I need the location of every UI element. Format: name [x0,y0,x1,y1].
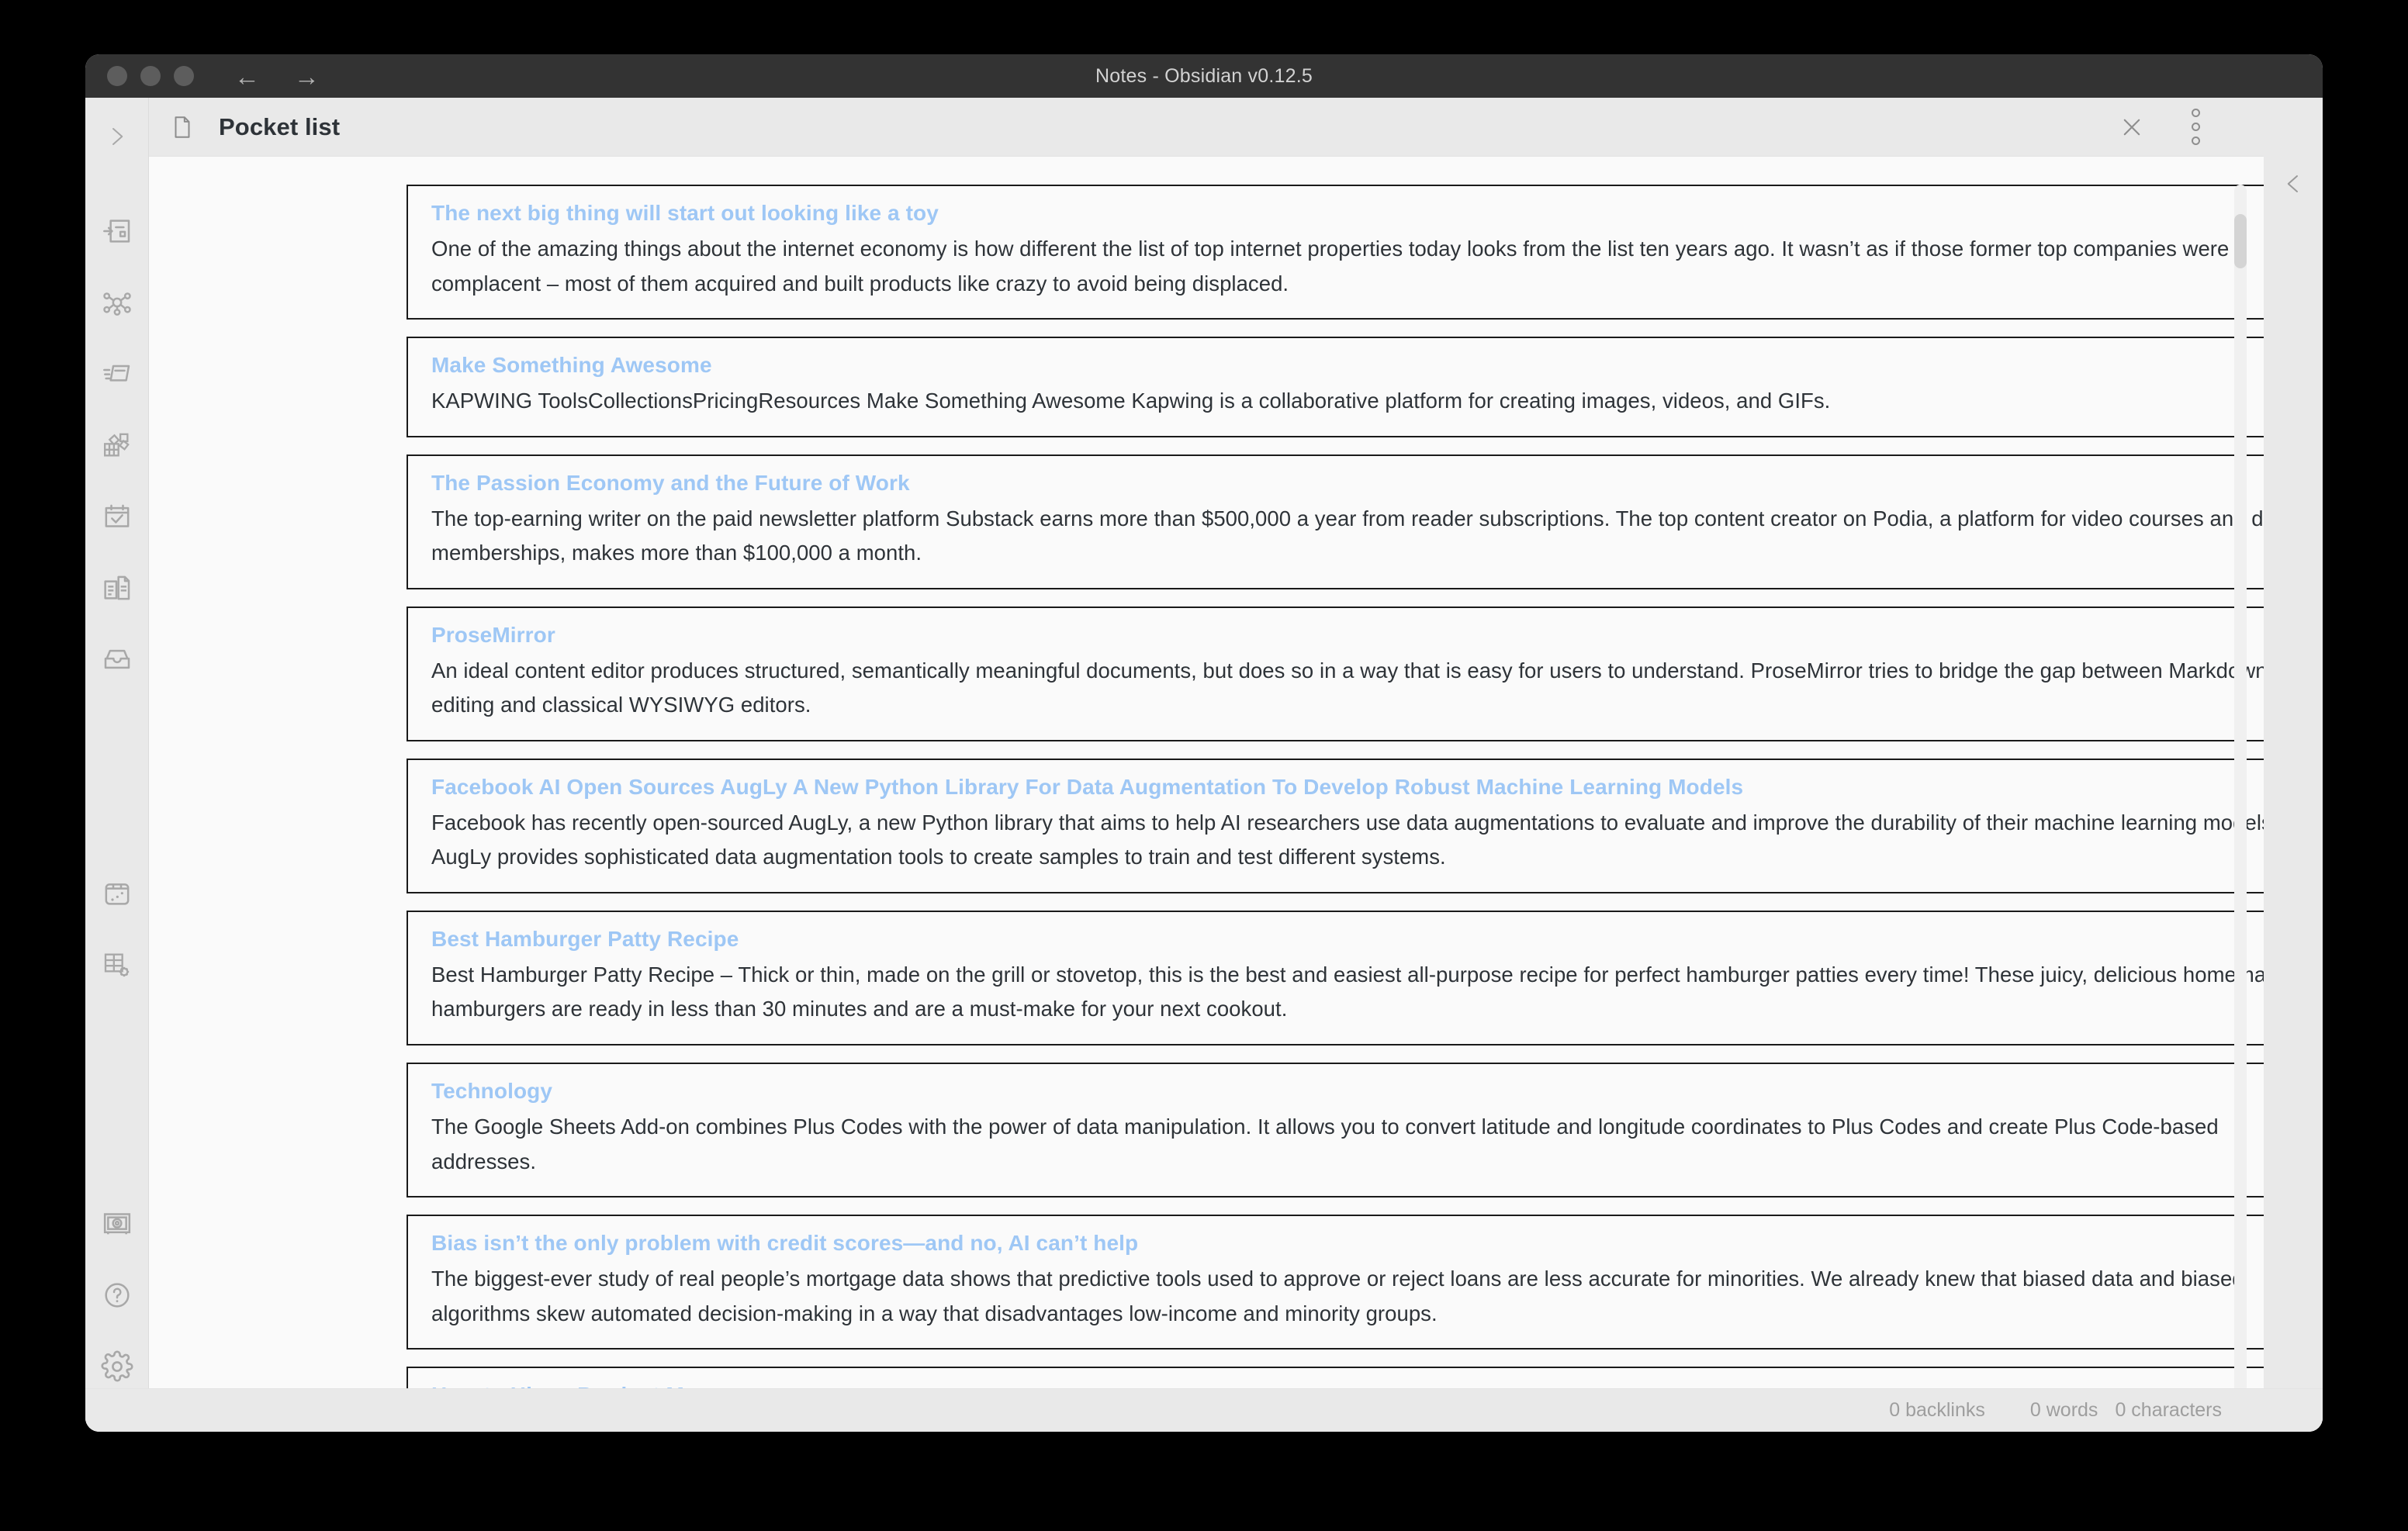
navigation-arrows: ← → [234,64,320,89]
note-card-body: The Google Sheets Add-on combines Plus C… [431,1115,2219,1173]
window-titlebar: ← → Notes - Obsidian v0.12.5 [85,54,2323,98]
note-card-body: Facebook has recently open-sourced AugLy… [431,810,2264,869]
note-card-title[interactable]: The next big thing will start out lookin… [431,197,2264,230]
obsidian-window: ← → Notes - Obsidian v0.12.5 Pocket list… [85,54,2323,1432]
left-ribbon [85,98,149,1432]
collapse-right-sidebar-icon[interactable] [2282,172,2305,1432]
note-card-title[interactable]: The Passion Economy and the Future of Wo… [431,467,2264,499]
right-rail [2264,98,2323,1432]
note-card-body: The biggest-ever study of real people’s … [431,1267,2244,1325]
note-card-title[interactable]: Facebook AI Open Sources AugLy A New Pyt… [431,771,2264,804]
dot [2191,123,2200,131]
note-card-body: An ideal content editor produces structu… [431,658,2264,717]
note-card-title[interactable]: Best Hamburger Patty Recipe [431,923,2264,956]
more-options-icon[interactable] [2180,109,2211,145]
note-card-title[interactable]: Bias isn’t the only problem with credit … [431,1227,2264,1260]
document-icon [169,114,195,140]
traffic-lights [107,66,194,86]
random-note-icon[interactable] [95,872,139,915]
vault-icon[interactable] [95,1202,139,1246]
note-card[interactable]: Technology The Google Sheets Add-on comb… [407,1063,2264,1198]
expand-sidebar-icon[interactable] [95,115,139,158]
settings-icon[interactable] [95,1345,139,1388]
note-card-body: Best Hamburger Patty Recipe – Thick or t… [431,962,2264,1021]
page-title: Pocket list [219,112,341,140]
note-card[interactable]: Bias isn’t the only problem with credit … [407,1215,2264,1350]
status-characters: 0 characters [2115,1399,2222,1421]
archive-icon[interactable] [95,638,139,681]
note-card-body: The top-earning writer on the paid newsl… [431,506,2264,565]
calendar-icon[interactable] [95,495,139,538]
note-card-title[interactable]: Technology [431,1075,2264,1108]
back-arrow-icon[interactable]: ← [234,64,260,89]
minimize-window-button[interactable] [140,66,161,86]
templates-icon[interactable] [95,566,139,610]
forward-arrow-icon[interactable]: → [294,64,320,89]
open-note-icon[interactable] [95,209,139,253]
note-card[interactable]: ProseMirror An ideal content editor prod… [407,606,2264,741]
note-scrollbar-thumb[interactable] [2234,214,2247,268]
note-scrollbar[interactable] [2234,185,2247,1421]
note-card-list: The next big thing will start out lookin… [407,185,2264,1432]
status-bar: 0 backlinks 0 words 0 characters [85,1388,2323,1432]
note-card-title[interactable]: Make Something Awesome [431,349,2264,382]
graph-view-icon[interactable] [95,281,139,324]
dot [2191,109,2200,117]
window-title: Notes - Obsidian v0.12.5 [1095,64,1313,87]
help-icon[interactable] [95,1274,139,1317]
quick-switcher-icon[interactable] [95,352,139,396]
canvas-icon[interactable] [95,423,139,467]
note-card[interactable]: The next big thing will start out lookin… [407,185,2264,320]
note-card-body: One of the amazing things about the inte… [431,237,2230,295]
note-card[interactable]: Facebook AI Open Sources AugLy A New Pyt… [407,758,2264,893]
tab-header: Pocket list [149,98,2264,157]
note-card[interactable]: Make Something Awesome KAPWING ToolsColl… [407,337,2264,437]
note-card[interactable]: The Passion Economy and the Future of Wo… [407,454,2264,589]
maximize-window-button[interactable] [174,66,194,86]
window-body: Pocket list The next big thing will star… [85,98,2323,1432]
tab-actions [2116,109,2211,145]
table-settings-icon[interactable] [95,943,139,987]
dot [2191,137,2200,145]
close-window-button[interactable] [107,66,127,86]
center-column: Pocket list The next big thing will star… [149,98,2264,1432]
note-card-body: KAPWING ToolsCollectionsPricingResources… [431,389,1831,413]
note-card-title[interactable]: ProseMirror [431,619,2264,651]
close-icon[interactable] [2116,112,2147,143]
note-card[interactable]: Best Hamburger Patty Recipe Best Hamburg… [407,910,2264,1046]
note-scroll-area[interactable]: The next big thing will start out lookin… [149,157,2264,1432]
status-backlinks: 0 backlinks [1889,1399,1985,1421]
status-words: 0 words [2029,1399,2098,1421]
